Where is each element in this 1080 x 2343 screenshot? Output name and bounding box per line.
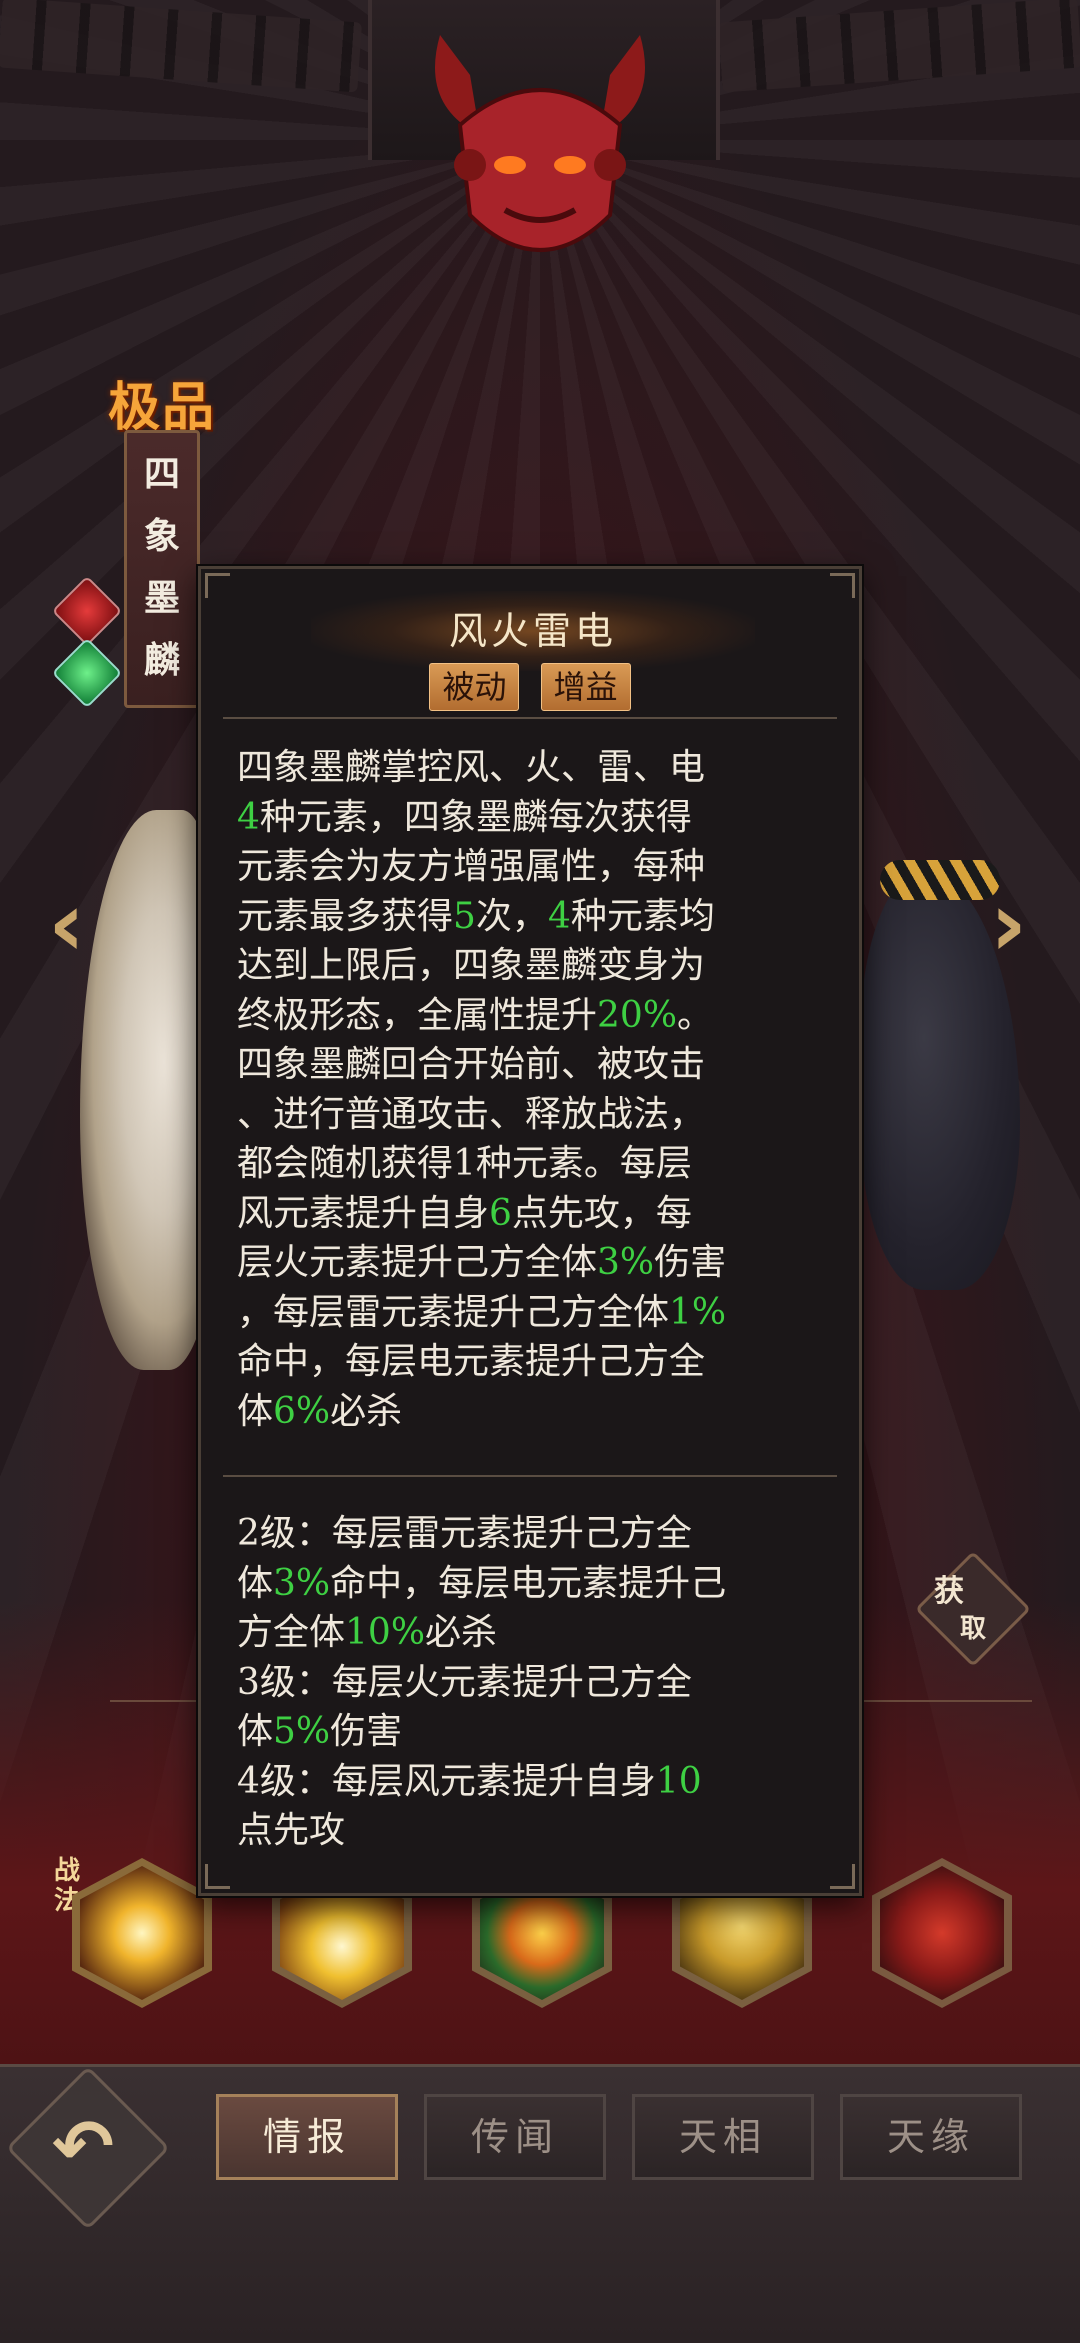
text-segment: 命中，每层电元素提升己 [330,1562,727,1604]
highlight-value: 3% [597,1242,655,1283]
text-segment: 伤害 [330,1711,403,1752]
text-segment: 体 [237,1562,274,1604]
skill-description: 四象墨麟掌控风、火、雷、电 4种元素，四象墨麟每次获得 元素会为友方增强属性，每… [237,743,837,1436]
text-segment: 必杀 [330,1390,403,1432]
popup-divider [223,1475,837,1477]
divider-line-right [862,1700,1032,1702]
text-segment: 3级：每层火元素提升己方全 [237,1661,692,1703]
text-segment: 方全体 [237,1612,346,1653]
text-segment: 次， [475,895,548,937]
level-line: 体3%命中，每层电元素提升己 [237,1559,837,1609]
tab-intel[interactable]: 情报 [216,2094,398,2180]
text-segment: 四象墨麟掌控风、火、雷、电 [237,747,706,788]
level-line: 4级：每层风元素提升自身10 [237,1757,837,1807]
tactic-skill-5-icon[interactable] [872,1858,1012,2008]
prev-hero-chevron-left-icon[interactable]: ‹ [48,880,85,970]
divider-line-left [110,1700,200,1702]
level-line: 点先攻 [237,1806,837,1856]
text-segment: 点先攻 [237,1810,346,1851]
popup-corner-ornament [205,573,230,598]
level-line: 体5%伤害 [237,1707,837,1757]
level-line: 3级：每层火元素提升己方全 [237,1658,837,1708]
skill-detail-popup: 风火雷电 被动 增益 四象墨麟掌控风、火、雷、电 4种元素，四象墨麟每次获得 元… [198,566,862,1896]
highlight-value: 20% [597,994,678,1036]
obtain-label: 获 取 [934,1574,1014,1647]
popup-divider [223,717,837,719]
highlight-value: 10% [345,1612,426,1653]
text-segment: 2级：每层雷元素提升己方全 [237,1513,692,1554]
highlight-value: 10 [655,1760,702,1802]
highlight-value: 6 [489,1192,512,1234]
skill-tags: 被动 增益 [201,663,859,711]
skill-tag-buff: 增益 [540,663,631,711]
popup-corner-ornament [830,573,855,598]
obtain-label-char: 取 [960,1614,987,1644]
highlight-value: 3% [273,1562,331,1604]
highlight-value: 6% [273,1390,331,1432]
level-line: 方全体10%必杀 [237,1608,837,1658]
hero-name-char: 象 [143,515,180,557]
highlight-value: 5% [273,1711,331,1752]
popup-corner-ornament [830,1864,855,1889]
skill-level-upgrades: 2级：每层雷元素提升己方全 体3%命中，每层电元素提升己 方全体10%必杀 3级：每层… [237,1509,837,1856]
demon-head-emblem [435,35,645,252]
skill-tag-passive: 被动 [429,663,520,711]
tactic-skill-1-icon[interactable] [72,1858,212,2008]
hero-name-char: 四 [143,453,180,495]
hero-name-char: 麟 [143,639,180,681]
level-line: 2级：每层雷元素提升己方全 [237,1509,837,1559]
skill-title: 风火雷电 [311,591,755,671]
obtain-label-char: 获 [934,1574,964,1609]
highlight-value: 4 [237,796,260,838]
text-segment: 4级：每层风元素提升自身 [237,1760,656,1802]
highlight-value: 4 [547,895,571,937]
tab-fate[interactable]: 天缘 [840,2094,1022,2180]
popup-corner-ornament [205,1864,230,1889]
hero-name-plate: 四 象 墨 麟 [124,430,200,708]
highlight-value: 1% [669,1291,727,1333]
text-segment: 体 [237,1711,274,1752]
text-segment: 必杀 [425,1612,498,1653]
hero-name-char: 墨 [143,577,180,619]
next-hero-chevron-right-icon[interactable]: › [990,880,1027,970]
tab-celestial[interactable]: 天相 [632,2094,814,2180]
back-arrow-icon: ↶ [52,2104,115,2190]
tab-rumors[interactable]: 传闻 [424,2094,606,2180]
highlight-value: 5 [453,895,476,937]
hero-rank: 极品 [108,377,217,438]
